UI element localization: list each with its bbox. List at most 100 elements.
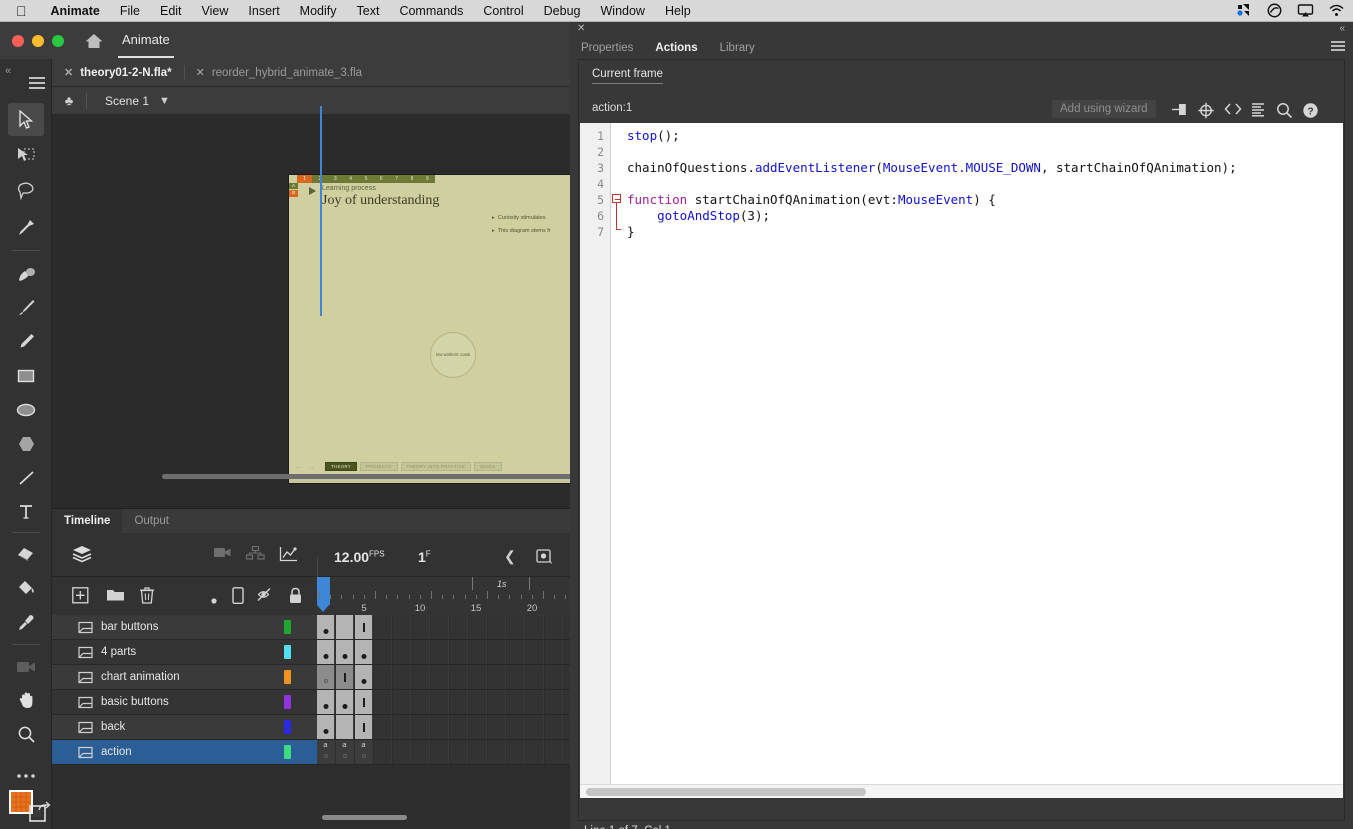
timeline-frame-row[interactable]: [317, 665, 582, 690]
timeline-frame-cell[interactable]: [317, 640, 335, 664]
timeline-frame-cell[interactable]: [545, 740, 563, 764]
timeline-layer-row[interactable]: chart animation: [52, 665, 317, 690]
page-number[interactable]: 4: [343, 175, 358, 183]
timeline-frame-cell[interactable]: [507, 715, 525, 739]
bone-tool[interactable]: [8, 211, 44, 244]
lock-layers-icon[interactable]: [288, 587, 303, 609]
collapse-panel-icon[interactable]: «: [5, 65, 11, 77]
stage-tag-b[interactable]: B: [289, 190, 298, 197]
onion-skin-icon[interactable]: [536, 549, 553, 569]
find-target-icon[interactable]: [1197, 102, 1215, 124]
timeline-frame-row[interactable]: [317, 615, 582, 640]
document-tab-reorder-hybrid-animate-3[interactable]: ✕ reorder_hybrid_animate_3.fla: [183, 59, 374, 86]
timeline-horizontal-scrollbar[interactable]: [317, 814, 570, 821]
current-frame-value[interactable]: 1F: [418, 549, 431, 565]
scrollbar-thumb[interactable]: [322, 815, 407, 820]
page-number[interactable]: 1: [297, 175, 313, 183]
airplay-icon[interactable]: [1297, 3, 1314, 18]
timeline-frame-cell[interactable]: [374, 690, 392, 714]
display-arrangement-icon[interactable]: [1235, 3, 1252, 18]
stage-nav-button-quick[interactable]: QUICK: [474, 461, 502, 471]
timeline-layer-row[interactable]: basic buttons: [52, 690, 347, 715]
timeline-frame-cell[interactable]: a: [317, 740, 335, 764]
timeline-frame-cell[interactable]: [526, 715, 544, 739]
timeline-layer-name[interactable]: chart animation: [101, 671, 180, 683]
timeline-frame-cell[interactable]: [317, 615, 335, 639]
timeline-frame-grid[interactable]: aaa: [317, 615, 582, 829]
timeline-ruler[interactable]: 1s 5 10 15 20: [317, 577, 570, 615]
timeline-frame-cell[interactable]: [355, 715, 373, 739]
layer-outline-color-swatch[interactable]: [284, 695, 291, 709]
timeline-frame-cell[interactable]: [374, 640, 392, 664]
new-layer-icon[interactable]: [72, 587, 89, 609]
menu-help[interactable]: Help: [655, 4, 701, 18]
eyedropper-tool[interactable]: [8, 606, 44, 639]
line-tool[interactable]: [8, 461, 44, 494]
code-folding-column[interactable]: [611, 123, 623, 784]
timeline-layer-name[interactable]: action: [101, 746, 132, 758]
tool-options-icon[interactable]: [29, 77, 45, 89]
brush-tool[interactable]: [8, 257, 44, 290]
nav-arrows-icon[interactable]: ← →: [295, 462, 316, 471]
stage-nav-button-theory[interactable]: THEORY: [325, 461, 358, 471]
timeline-frame-cell[interactable]: [507, 640, 525, 664]
timeline-frame-cell[interactable]: a: [336, 740, 354, 764]
timeline-frame-cell[interactable]: [393, 665, 411, 689]
stage-horizontal-scrollbar[interactable]: [162, 473, 570, 480]
timeline-layer-row[interactable]: bar buttons: [52, 615, 317, 640]
document-tab-theory01-2-n[interactable]: ✕ theory01-2-N.fla*: [52, 59, 184, 86]
timeline-frame-cell[interactable]: [545, 715, 563, 739]
timeline-frame-cell[interactable]: [355, 665, 373, 689]
stage-circle-node[interactable]: low workers' costs: [430, 332, 476, 378]
timeline-frame-cell[interactable]: [412, 640, 430, 664]
new-folder-icon[interactable]: [106, 587, 125, 607]
frame-icon[interactable]: [232, 587, 244, 609]
actionscript-code-editor[interactable]: 1 2 3 4 5 6 7 stop(); chainOfQuestions.addEven…: [580, 123, 1343, 784]
creative-cloud-icon[interactable]: [1266, 3, 1283, 18]
search-icon[interactable]: [1276, 102, 1293, 124]
timeline-layer-name[interactable]: bar buttons: [101, 621, 159, 633]
timeline-frame-cell[interactable]: [507, 740, 525, 764]
timeline-frame-row[interactable]: [317, 640, 582, 665]
apple-logo-icon[interactable]: : [16, 4, 27, 18]
timeline-frame-cell[interactable]: [507, 690, 525, 714]
camera-tool[interactable]: [8, 650, 44, 683]
layer-outline-color-swatch[interactable]: [284, 720, 291, 734]
code-line[interactable]: }: [623, 224, 1343, 240]
more-tools-icon[interactable]: [8, 759, 44, 792]
fps-value[interactable]: 12.00FPS: [334, 549, 385, 565]
timeline-frame-cell[interactable]: [431, 690, 449, 714]
close-window-button[interactable]: [12, 34, 24, 47]
menu-control[interactable]: Control: [473, 4, 533, 18]
timeline-layer-row[interactable]: 4 parts: [52, 640, 317, 665]
close-icon[interactable]: ✕: [577, 23, 585, 34]
zoom-tool[interactable]: [8, 718, 44, 751]
timeline-frame-cell[interactable]: [507, 615, 525, 639]
help-icon[interactable]: ?: [1302, 102, 1319, 124]
timeline-frame-cell[interactable]: [488, 740, 506, 764]
layer-stack-icon[interactable]: [72, 545, 92, 568]
timeline-frame-cell[interactable]: [469, 715, 487, 739]
timeline-frame-cell[interactable]: [526, 615, 544, 639]
layer-outline-color-swatch[interactable]: [284, 645, 291, 659]
code-line[interactable]: stop();: [623, 128, 1343, 144]
timeline-frame-cell[interactable]: [488, 615, 506, 639]
code-line[interactable]: [623, 144, 1343, 160]
timeline-frame-cell[interactable]: [469, 740, 487, 764]
menu-view[interactable]: View: [192, 4, 239, 18]
timeline-frame-row[interactable]: aaa: [317, 740, 582, 765]
timeline-frame-cell[interactable]: [393, 640, 411, 664]
page-number[interactable]: 6: [374, 175, 389, 183]
panel-menu-icon[interactable]: [1331, 41, 1345, 51]
tab-output[interactable]: Output: [122, 509, 181, 533]
hide-layers-icon[interactable]: [257, 587, 277, 607]
timeline-frame-cell[interactable]: [336, 640, 354, 664]
timeline-frame-cell[interactable]: [317, 715, 335, 739]
timeline-frame-cell[interactable]: [507, 665, 525, 689]
code-snippets-icon[interactable]: [1223, 102, 1243, 121]
timeline-frame-cell[interactable]: [488, 690, 506, 714]
graph-editor-icon[interactable]: [279, 546, 298, 567]
timeline-frame-cell[interactable]: [336, 665, 354, 689]
timeline-frame-cell[interactable]: [393, 615, 411, 639]
timeline-frame-cell[interactable]: [526, 665, 544, 689]
